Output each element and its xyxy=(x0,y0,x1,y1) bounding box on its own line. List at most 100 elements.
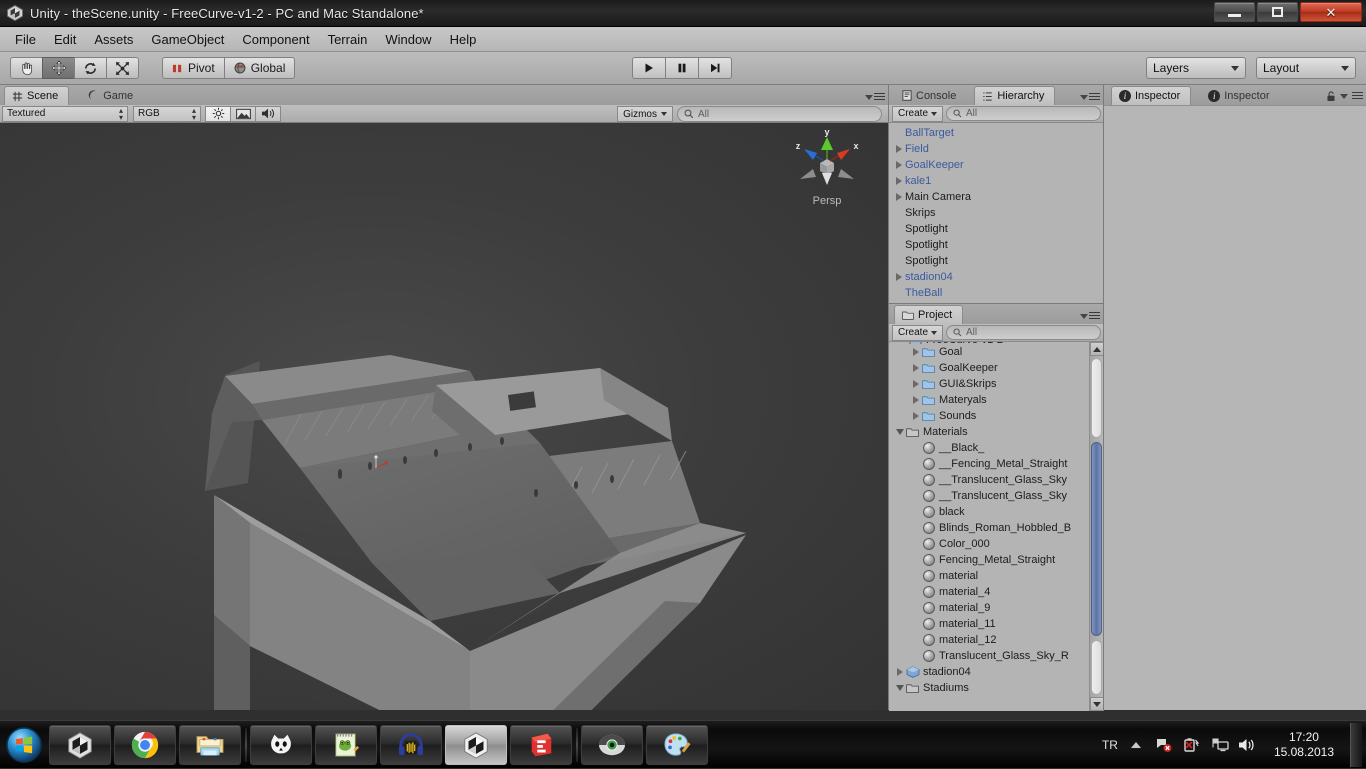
menu-item-file[interactable]: File xyxy=(6,29,45,50)
project-item-material-asset[interactable]: black xyxy=(889,504,1090,520)
expand-arrow-icon[interactable] xyxy=(893,273,905,281)
language-indicator[interactable]: TR xyxy=(1102,738,1118,752)
project-create-button[interactable]: Create xyxy=(892,325,943,341)
scale-tool-button[interactable] xyxy=(106,57,139,79)
project-item-sounds[interactable]: Sounds xyxy=(889,408,1090,424)
expand-arrow-icon[interactable] xyxy=(910,364,922,372)
global-mode-button[interactable]: Global xyxy=(224,57,296,79)
expand-arrow-icon[interactable] xyxy=(893,161,905,169)
hierarchy-panel-menu-button[interactable] xyxy=(1080,93,1100,102)
volume-icon[interactable] xyxy=(1238,735,1258,755)
tab-inspector-2[interactable]: i Inspector xyxy=(1201,86,1279,105)
project-search-input[interactable]: All xyxy=(946,325,1101,340)
taskbar-notepad[interactable] xyxy=(315,725,377,765)
hand-tool-button[interactable] xyxy=(10,57,43,79)
tab-project[interactable]: Project xyxy=(894,305,963,324)
project-item-goal[interactable]: Goal xyxy=(889,344,1090,360)
hierarchy-item-goalkeeper[interactable]: GoalKeeper xyxy=(889,157,1104,173)
menu-item-gameobject[interactable]: GameObject xyxy=(142,29,233,50)
scene-panel-menu-button[interactable] xyxy=(865,93,885,102)
taskbar-unity-1[interactable] xyxy=(49,725,111,765)
scroll-up-button[interactable] xyxy=(1090,342,1104,356)
hierarchy-item-spotlight-2[interactable]: Spotlight xyxy=(889,237,1104,253)
project-item-materyals[interactable]: Materyals xyxy=(889,392,1090,408)
play-button[interactable] xyxy=(632,57,666,79)
project-item-material-asset[interactable]: material xyxy=(889,568,1090,584)
inspector-panel-menu-button[interactable] xyxy=(1326,91,1363,102)
expand-arrow-icon[interactable] xyxy=(910,380,922,388)
taskbar-sketchup[interactable] xyxy=(510,725,572,765)
taskbar-unity-2[interactable] xyxy=(445,725,507,765)
project-item-material-asset[interactable]: Color_000 xyxy=(889,536,1090,552)
scene-viewport[interactable]: y x z Persp xyxy=(0,123,888,710)
hierarchy-item-balltarget[interactable]: BallTarget xyxy=(889,125,1104,141)
taskbar-paint[interactable] xyxy=(646,725,708,765)
project-tree[interactable]: FreeCurve-v1-2 Goal GoalKeeper GUI&Skrip… xyxy=(889,342,1090,711)
move-tool-button[interactable] xyxy=(42,57,75,79)
expand-arrow-icon[interactable] xyxy=(894,668,906,676)
project-item-gui-skrips[interactable]: GUI&Skrips xyxy=(889,376,1090,392)
taskbar-explorer[interactable] xyxy=(179,725,241,765)
project-item-material-asset[interactable]: Fencing_Metal_Straight xyxy=(889,552,1090,568)
step-button[interactable] xyxy=(698,57,732,79)
scroll-down-button[interactable] xyxy=(1090,697,1104,711)
collapse-arrow-icon[interactable] xyxy=(894,429,906,435)
audio-toggle[interactable] xyxy=(255,106,281,122)
expand-arrow-icon[interactable] xyxy=(910,412,922,420)
menu-item-assets[interactable]: Assets xyxy=(85,29,142,50)
action-center-icon[interactable] xyxy=(1210,735,1230,755)
project-item-material-asset[interactable]: __Fencing_Metal_Straight xyxy=(889,456,1090,472)
hierarchy-item-spotlight-1[interactable]: Spotlight xyxy=(889,221,1104,237)
pause-button[interactable] xyxy=(665,57,699,79)
tab-console[interactable]: Console xyxy=(895,86,966,105)
tab-hierarchy[interactable]: Hierarchy xyxy=(974,86,1055,105)
project-item-materials[interactable]: Materials xyxy=(889,424,1090,440)
collapse-arrow-icon[interactable] xyxy=(894,685,906,691)
project-item-material-asset[interactable]: __Translucent_Glass_Sky xyxy=(889,488,1090,504)
show-hidden-icons-button[interactable] xyxy=(1126,735,1146,755)
project-item-goalkeeper[interactable]: GoalKeeper xyxy=(889,360,1090,376)
menu-item-terrain[interactable]: Terrain xyxy=(319,29,377,50)
project-item-material-asset[interactable]: __Translucent_Glass_Sky xyxy=(889,472,1090,488)
taskbar-clock[interactable]: 17:20 15.08.2013 xyxy=(1266,730,1342,760)
hierarchy-item-stadion04[interactable]: stadion04 xyxy=(889,269,1104,285)
layout-dropdown[interactable]: Layout xyxy=(1256,57,1356,79)
taskbar-chrome[interactable] xyxy=(114,725,176,765)
hierarchy-tree[interactable]: BallTarget Field GoalKeeper kale1 Main C… xyxy=(889,123,1104,303)
hierarchy-item-field[interactable]: Field xyxy=(889,141,1104,157)
hierarchy-item-theball[interactable]: TheBall xyxy=(889,285,1104,301)
hierarchy-create-button[interactable]: Create xyxy=(892,106,943,122)
hierarchy-search-input[interactable]: All xyxy=(946,106,1101,121)
color-mode-dropdown[interactable]: RGB ▴▾ xyxy=(133,106,201,122)
hierarchy-item-kale1[interactable]: kale1 xyxy=(889,173,1104,189)
project-item-material-asset[interactable]: Translucent_Glass_Sky_R xyxy=(889,648,1090,664)
project-item-material-asset[interactable]: material_4 xyxy=(889,584,1090,600)
hierarchy-item-spotlight-3[interactable]: Spotlight xyxy=(889,253,1104,269)
skybox-toggle[interactable] xyxy=(230,106,256,122)
gizmos-dropdown[interactable]: Gizmos xyxy=(617,106,673,122)
project-item-material-asset[interactable]: Blinds_Roman_Hobbled_B xyxy=(889,520,1090,536)
close-button[interactable]: ✕ xyxy=(1300,2,1362,22)
taskbar-foobar[interactable] xyxy=(250,725,312,765)
menu-item-edit[interactable]: Edit xyxy=(45,29,85,50)
expand-arrow-icon[interactable] xyxy=(910,348,922,356)
project-item-material-asset[interactable]: __Black_ xyxy=(889,440,1090,456)
project-scrollbar[interactable] xyxy=(1089,342,1103,711)
tab-scene[interactable]: Scene xyxy=(4,86,69,105)
project-item-stadiums[interactable]: Stadiums xyxy=(889,680,1090,696)
project-item-material-asset[interactable]: material_12 xyxy=(889,632,1090,648)
scrollbar-track-bottom[interactable] xyxy=(1091,640,1102,695)
menu-item-component[interactable]: Component xyxy=(233,29,318,50)
expand-arrow-icon[interactable] xyxy=(893,177,905,185)
menu-item-help[interactable]: Help xyxy=(441,29,486,50)
network-status-icon[interactable] xyxy=(1154,735,1174,755)
restore-button[interactable] xyxy=(1257,2,1298,22)
battery-status-icon[interactable] xyxy=(1182,735,1202,755)
expand-arrow-icon[interactable] xyxy=(893,145,905,153)
scene-orientation-gizmo[interactable]: y x z Persp xyxy=(788,125,866,225)
lighting-toggle[interactable] xyxy=(205,106,231,122)
windows-start-orb-icon[interactable] xyxy=(2,724,46,766)
project-item-material-asset[interactable]: material_9 xyxy=(889,600,1090,616)
pivot-mode-button[interactable]: Pivot xyxy=(162,57,225,79)
show-desktop-button[interactable] xyxy=(1350,723,1362,767)
